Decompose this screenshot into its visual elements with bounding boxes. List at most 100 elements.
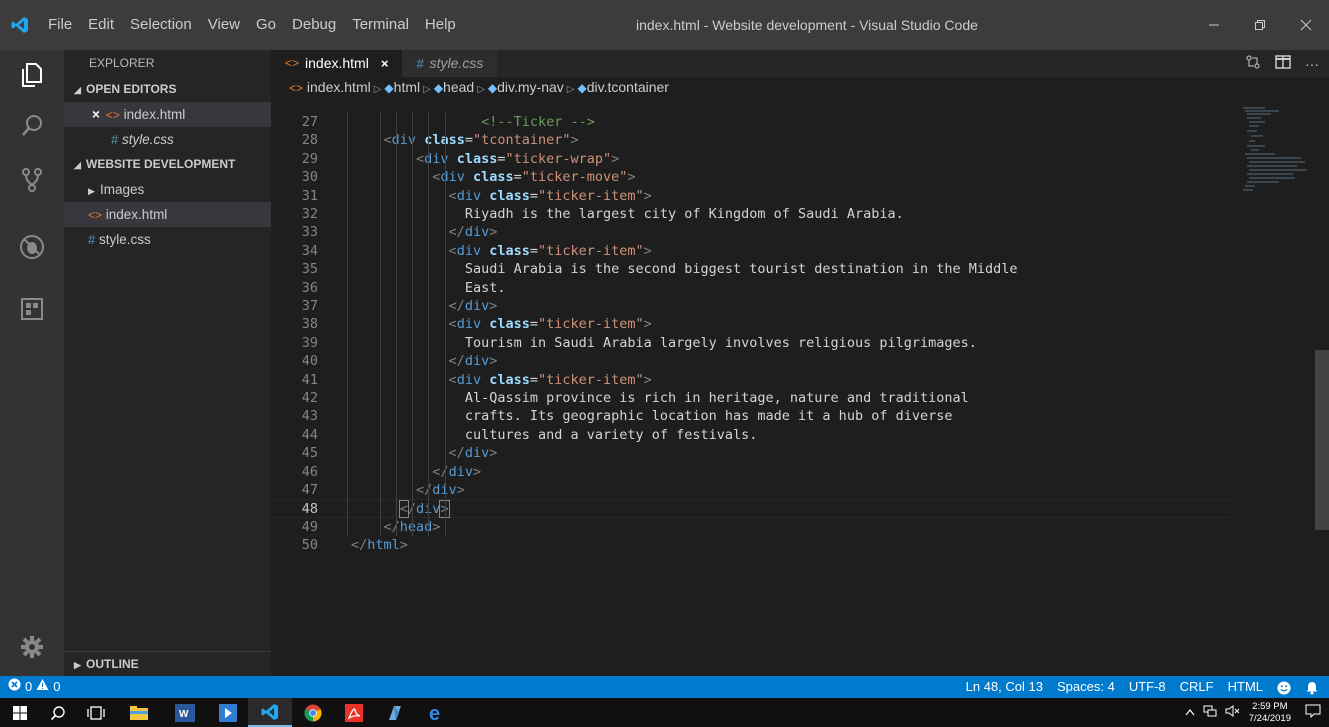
windows-start-icon[interactable] <box>0 698 40 727</box>
notifications-icon[interactable] <box>1305 704 1321 721</box>
menu-selection[interactable]: Selection <box>122 0 200 50</box>
code-line[interactable]: 38 <div class="ticker-item"> <box>271 315 1231 333</box>
menu-file[interactable]: File <box>40 0 80 50</box>
code-text: <div class="ticker-item"> <box>448 242 652 259</box>
code-line[interactable]: 40 </div> <box>271 352 1231 370</box>
extensions-icon[interactable] <box>0 284 64 334</box>
file-style-css[interactable]: # style.css <box>64 227 271 252</box>
breadcrumb-item[interactable]: head <box>443 79 474 95</box>
close-window-button[interactable] <box>1283 0 1329 50</box>
line-number: 30 <box>301 169 318 186</box>
open-editor-style-css[interactable]: # style.css <box>64 127 271 152</box>
word-icon[interactable]: W <box>162 698 208 727</box>
code-line[interactable]: 47 </div> <box>271 481 1231 499</box>
close-icon[interactable]: × <box>92 107 100 122</box>
search-icon[interactable] <box>40 698 76 727</box>
outline-section[interactable]: ▶ OUTLINE <box>64 651 271 676</box>
warning-count: 0 <box>53 679 61 694</box>
code-line[interactable]: 36 East. <box>271 279 1231 297</box>
breadcrumb-item[interactable]: html <box>394 79 420 95</box>
encoding[interactable]: UTF-8 <box>1129 676 1166 698</box>
system-tray: 2:59 PM 7/24/2019 <box>1185 698 1329 727</box>
project-section[interactable]: ◢ WEBSITE DEVELOPMENT <box>64 152 271 177</box>
search-icon[interactable] <box>0 100 64 150</box>
problems-indicator[interactable]: 0 0 <box>8 676 60 698</box>
folder-images[interactable]: ▶ Images <box>64 177 271 202</box>
language-mode[interactable]: HTML <box>1228 676 1263 698</box>
code-line[interactable]: 44 cultures and a variety of festivals. <box>271 426 1231 444</box>
network-icon[interactable] <box>1203 705 1217 720</box>
file-label: style.css <box>99 232 151 247</box>
chrome-icon[interactable] <box>292 698 334 727</box>
indent-guide <box>347 113 348 537</box>
volume-mute-icon[interactable] <box>1225 705 1241 720</box>
code-editor[interactable]: 27 <!--Ticker -->28<div class="tcontainer… <box>271 113 1311 653</box>
code-line[interactable]: 50 </html> <box>271 536 1231 554</box>
code-line[interactable]: 43 crafts. Its geographic location has ma… <box>271 407 1231 425</box>
menu-edit[interactable]: Edit <box>80 0 122 50</box>
code-line[interactable]: 32 Riyadh is the largest city of Kingdom … <box>271 205 1231 223</box>
cursor-position[interactable]: Ln 48, Col 13 <box>966 676 1043 698</box>
breadcrumb-item[interactable]: div.my-nav <box>497 79 564 95</box>
open-editors-section[interactable]: ◢ OPEN EDITORS <box>64 77 271 102</box>
code-line[interactable]: 37 </div> <box>271 297 1231 315</box>
code-text: </div> <box>398 500 450 519</box>
menu-terminal[interactable]: Terminal <box>344 0 417 50</box>
settings-gear-icon[interactable] <box>0 622 64 672</box>
internet-explorer-icon[interactable]: e <box>416 698 458 727</box>
code-text: Al-Qassim province is rich in heritage, … <box>464 390 969 406</box>
code-line[interactable]: 31 <div class="ticker-item"> <box>271 187 1231 205</box>
task-view-icon[interactable] <box>76 698 116 727</box>
scroll-thumb[interactable] <box>1315 350 1329 530</box>
code-line[interactable]: 39 Tourism in Saudi Arabia largely involv… <box>271 334 1231 352</box>
app-icon[interactable] <box>374 698 416 727</box>
explorer-icon[interactable] <box>0 50 64 100</box>
debug-icon[interactable] <box>0 222 64 272</box>
minimap[interactable] <box>1235 106 1315 206</box>
clock[interactable]: 2:59 PM 7/24/2019 <box>1249 701 1291 725</box>
minimize-button[interactable] <box>1191 0 1237 50</box>
restore-button[interactable] <box>1237 0 1283 50</box>
close-icon[interactable]: × <box>381 50 389 77</box>
chevron-up-icon[interactable] <box>1185 707 1195 719</box>
code-line[interactable]: 33 </div> <box>271 223 1231 241</box>
feedback-smiley-icon[interactable] <box>1277 676 1291 698</box>
menu-go[interactable]: Go <box>248 0 284 50</box>
code-line[interactable]: 28<div class="tcontainer"> <box>271 131 1231 149</box>
menu-view[interactable]: View <box>200 0 248 50</box>
code-line[interactable]: 29 <div class="ticker-wrap"> <box>271 150 1231 168</box>
code-line[interactable]: 42 Al-Qassim province is rich in heritage… <box>271 389 1231 407</box>
more-actions-icon[interactable]: ··· <box>1305 56 1319 72</box>
menu-help[interactable]: Help <box>417 0 464 50</box>
split-editor-icon[interactable] <box>1275 55 1291 72</box>
open-editor-index-html[interactable]: × <> index.html <box>64 102 271 127</box>
code-text: <div class="ticker-item"> <box>448 371 652 388</box>
vertical-scrollbar[interactable] <box>1315 97 1329 676</box>
file-index-html[interactable]: <> index.html <box>64 202 271 227</box>
source-control-icon[interactable] <box>0 155 64 205</box>
code-line[interactable]: 34 <div class="ticker-item"> <box>271 242 1231 260</box>
breadcrumb-item[interactable]: index.html <box>307 79 371 95</box>
presentation-app-icon[interactable] <box>208 698 248 727</box>
indentation[interactable]: Spaces: 4 <box>1057 676 1115 698</box>
breadcrumb-item[interactable]: div.tcontainer <box>587 79 669 95</box>
file-explorer-icon[interactable] <box>116 698 162 727</box>
notification-bell-icon[interactable] <box>1305 676 1319 698</box>
code-line[interactable]: 45 </div> <box>271 444 1231 462</box>
tab-style-css[interactable]: # style.css <box>402 50 498 77</box>
code-line[interactable]: 41 <div class="ticker-item"> <box>271 371 1231 389</box>
code-line[interactable]: 48 </div> <box>271 499 1231 519</box>
tab-index-html[interactable]: <> index.html × <box>271 50 403 77</box>
outline-label: OUTLINE <box>86 657 139 671</box>
vscode-taskbar-icon[interactable] <box>248 698 292 727</box>
pdf-reader-icon[interactable] <box>334 698 374 727</box>
code-line[interactable]: 35 Saudi Arabia is the second biggest tou… <box>271 260 1231 278</box>
line-ending[interactable]: CRLF <box>1180 676 1214 698</box>
code-line[interactable]: 30 <div class="ticker-move"> <box>271 168 1231 186</box>
open-changes-icon[interactable] <box>1245 54 1261 73</box>
code-line[interactable]: 27 <!--Ticker --> <box>271 113 1231 131</box>
code-line[interactable]: 49 </head> <box>271 518 1231 536</box>
vscode-logo-icon <box>0 0 40 50</box>
menu-debug[interactable]: Debug <box>284 0 344 50</box>
code-line[interactable]: 46 </div> <box>271 463 1231 481</box>
